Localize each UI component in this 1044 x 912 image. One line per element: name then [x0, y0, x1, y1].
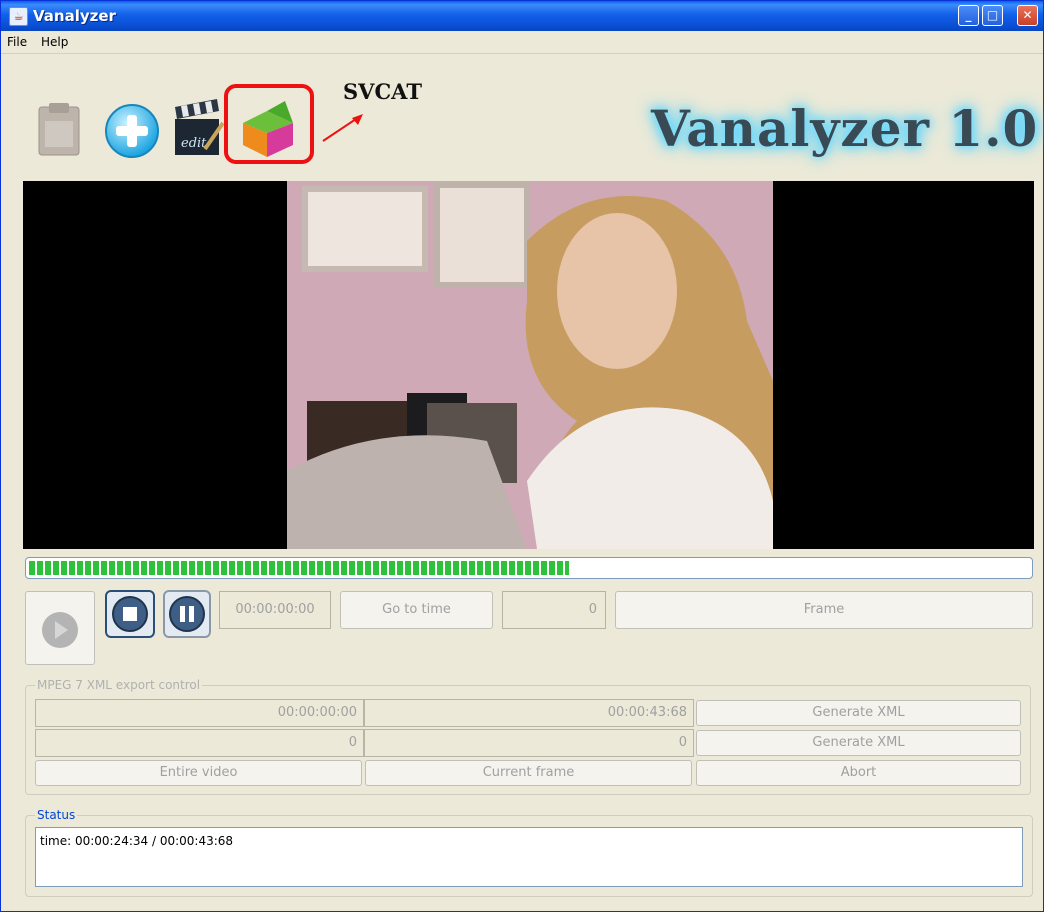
export-legend: MPEG 7 XML export control	[35, 678, 203, 692]
java-icon: ☕	[9, 7, 28, 26]
menu-file[interactable]: File	[7, 35, 27, 49]
time-field[interactable]: 00:00:00:00	[219, 591, 331, 629]
abort-button[interactable]: Abort	[696, 760, 1021, 786]
status-text-area[interactable]: time: 00:00:24:34 / 00:00:43:68	[35, 827, 1023, 887]
export-end-frame-field[interactable]: 0	[364, 729, 694, 757]
play-icon	[42, 612, 78, 648]
menu-help[interactable]: Help	[41, 35, 68, 49]
video-frame	[287, 181, 773, 549]
video-still-image	[287, 181, 773, 549]
pause-icon	[169, 596, 205, 632]
maximize-button[interactable]: □	[982, 5, 1003, 26]
play-button[interactable]	[25, 591, 95, 665]
clapperboard-edit-icon[interactable]: edit	[173, 97, 225, 159]
current-frame-button[interactable]: Current frame	[365, 760, 692, 786]
export-end-time-field[interactable]: 00:00:43:68	[364, 699, 694, 727]
clapper-text: edit	[181, 136, 207, 151]
export-start-frame-field[interactable]: 0	[35, 729, 364, 757]
entire-video-button[interactable]: Entire video	[35, 760, 362, 786]
frame-number-field[interactable]: 0	[502, 591, 606, 629]
annotation-arrow	[322, 114, 363, 142]
app-logo: Vanalyzer 1.0	[651, 99, 1039, 158]
app-window: ☕ Vanalyzer _ □ ✕ File Help edit SVCAT V…	[0, 0, 1044, 912]
title-bar[interactable]: ☕ Vanalyzer _ □ ✕	[1, 1, 1043, 31]
pause-button[interactable]	[163, 590, 211, 638]
svcat-cube-icon[interactable]	[237, 99, 299, 157]
window-title: Vanalyzer	[33, 7, 116, 25]
add-icon[interactable]	[104, 103, 160, 159]
playback-progress-bar[interactable]	[25, 557, 1033, 579]
video-display[interactable]	[23, 181, 1034, 549]
progress-fill	[29, 561, 569, 575]
stop-icon	[112, 596, 148, 632]
svcat-annotation-label: SVCAT	[343, 79, 422, 104]
generate-xml-frame-button[interactable]: Generate XML	[696, 730, 1021, 756]
stop-button[interactable]	[105, 590, 155, 638]
minimize-button[interactable]: _	[958, 5, 979, 26]
clipboard-icon[interactable]	[33, 101, 87, 159]
status-legend: Status	[35, 808, 78, 822]
frame-button[interactable]: Frame	[615, 591, 1033, 629]
go-to-time-button[interactable]: Go to time	[340, 591, 493, 629]
export-start-time-field[interactable]: 00:00:00:00	[35, 699, 364, 727]
close-button[interactable]: ✕	[1017, 5, 1038, 26]
menu-bar: File Help	[1, 31, 1043, 54]
generate-xml-time-button[interactable]: Generate XML	[696, 700, 1021, 726]
